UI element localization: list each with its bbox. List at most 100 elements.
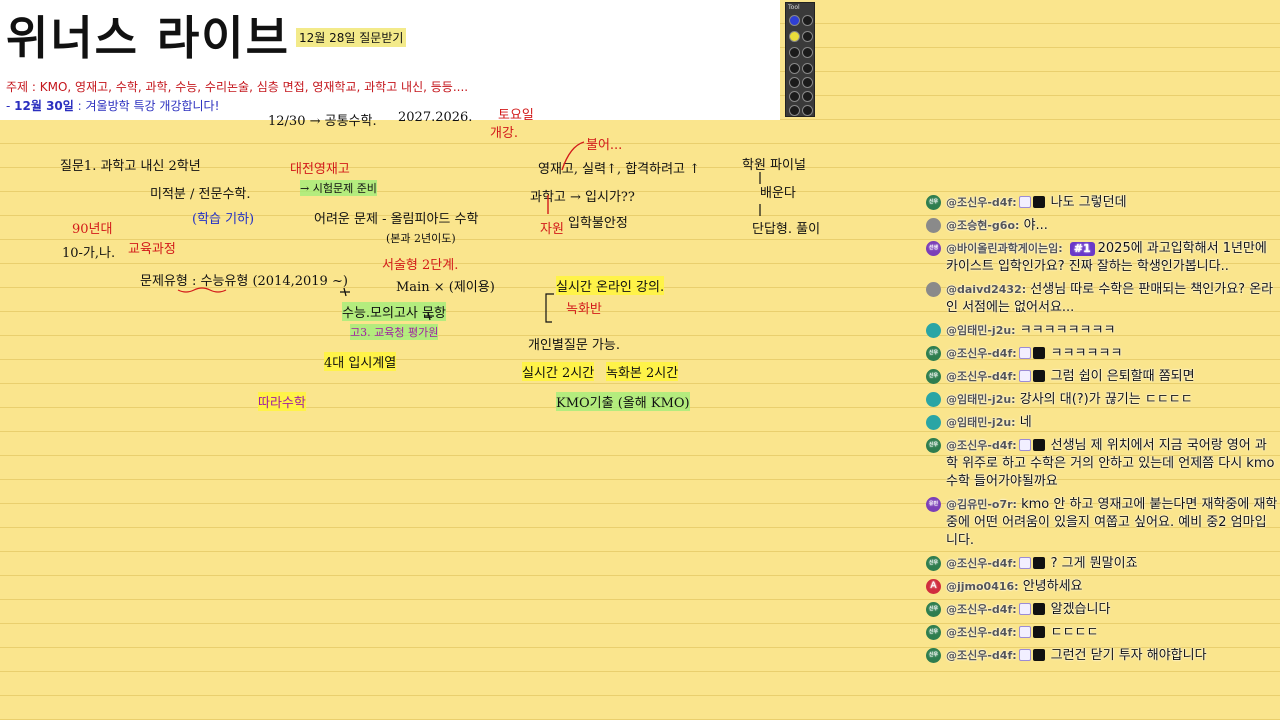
member-badges xyxy=(1018,196,1047,209)
chat-text: ㄷㄷㄷㄷ xyxy=(1050,625,1099,640)
toolbox-title: Tool xyxy=(788,4,800,11)
chat-username[interactable]: @조승현-g6o: xyxy=(946,219,1019,232)
clear-icon[interactable] xyxy=(789,105,800,116)
pen-blue-icon[interactable] xyxy=(789,15,800,26)
avatar[interactable]: A xyxy=(926,579,941,594)
chat-text: 네 xyxy=(1019,415,1032,430)
rank-badge: #1 xyxy=(1069,242,1095,256)
chat-username[interactable]: @daivd2432: xyxy=(946,283,1026,296)
note-follow-math: 따라수학 xyxy=(258,392,306,411)
chat-message: 선생 @바이올린과학게이는임: #1 2025에 과고입학해서 1년만에 카이스트 … xyxy=(926,240,1278,276)
avatar[interactable] xyxy=(926,415,941,430)
flag-icon xyxy=(1032,196,1045,208)
undo-icon[interactable] xyxy=(789,91,800,102)
settings-gear-icon[interactable] xyxy=(802,47,813,58)
chat-text: ㅋㅋㅋㅋㅋㅋㅋㅋ xyxy=(1019,323,1116,338)
note-schedule: 12/30 → 공통수학. xyxy=(268,114,377,129)
avatar[interactable]: 신우 xyxy=(926,195,941,210)
note-admission: 4대 입시계열 xyxy=(324,352,397,371)
note-science-hs: 과학고 → 입시가?? xyxy=(530,190,635,205)
select-tool-icon[interactable] xyxy=(802,77,813,88)
avatar[interactable] xyxy=(926,282,941,297)
member-badges xyxy=(1018,649,1047,662)
chat-message: 신우 @조신우-d4f: ㄷㄷㄷㄷ xyxy=(926,624,1278,642)
chat-username[interactable]: @조신우-d4f: xyxy=(946,603,1017,616)
note-open: 개강. xyxy=(490,126,519,141)
note-skill: 영재고, 실력↑, 합격하려고 ↑ xyxy=(538,162,701,177)
chat-username[interactable]: @김유민-o7r: xyxy=(946,498,1017,511)
stream-subtitle: 12월 28일 질문받기 xyxy=(296,28,407,47)
topic-line: 주제 : KMO, 영재고, 수학, 과학, 수능, 수리논술, 심층 면접, … xyxy=(6,80,469,94)
note-personal-qa: 개인별질문 가능. xyxy=(528,338,620,353)
chat-text: 그럼 쉽이 은퇴할때 쫌되면 xyxy=(1050,369,1195,384)
avatar[interactable]: 유민 xyxy=(926,497,941,512)
notice-text: 겨울방학 특강 개강합니다! xyxy=(85,99,220,113)
chat-username[interactable]: @임태민-j2u: xyxy=(946,416,1016,429)
avatar[interactable] xyxy=(926,323,941,338)
chat-text: 나도 그렇던데 xyxy=(1050,195,1127,210)
chat-text: ㅋㅋㅋㅋㅋㅋ xyxy=(1050,346,1123,361)
flag-icon xyxy=(1032,649,1045,661)
chat-username[interactable]: @조신우-d4f: xyxy=(946,347,1017,360)
chat-username[interactable]: @임태민-j2u: xyxy=(946,393,1016,406)
note-pass: 불어... xyxy=(586,138,623,153)
flag-icon xyxy=(1032,439,1045,451)
chat-username[interactable]: @임태민-j2u: xyxy=(946,324,1016,337)
notice-prefix: - xyxy=(6,99,15,113)
avatar[interactable]: 신우 xyxy=(926,648,941,663)
close-icon[interactable] xyxy=(802,105,813,116)
avatar[interactable] xyxy=(926,218,941,233)
chat-username[interactable]: @jjmo0416: xyxy=(946,580,1019,593)
note-olympiad: 어려운 문제 - 올림피아드 수학 xyxy=(314,212,479,227)
avatar[interactable]: 선생 xyxy=(926,241,941,256)
notice-date: 12월 30일 xyxy=(14,99,74,113)
note-question1: 질문1. 과학고 내신 2학년 xyxy=(60,159,201,174)
chat-text: 알겠습니다 xyxy=(1050,602,1111,617)
avatar[interactable]: 신우 xyxy=(926,556,941,571)
chat-username[interactable]: @조신우-d4f: xyxy=(946,626,1017,639)
crown-icon xyxy=(1018,370,1031,382)
chat-username[interactable]: @조신우-d4f: xyxy=(946,439,1017,452)
note-final: 학원 파이널 xyxy=(742,158,806,173)
crown-icon xyxy=(1018,603,1031,615)
redo-icon[interactable] xyxy=(802,91,813,102)
line-tool-icon[interactable] xyxy=(802,63,813,74)
pen-black-icon[interactable] xyxy=(789,47,800,58)
note-learn: 배운다 xyxy=(760,186,796,201)
member-badges xyxy=(1018,603,1047,616)
chat-username[interactable]: @조신우-d4f: xyxy=(946,557,1017,570)
note-online: 실시간 온라인 강의. xyxy=(556,276,665,295)
chat-message: 유민 @김유민-o7r: kmo 안 하고 영재고에 붙는다면 재학중에 재학중에… xyxy=(926,496,1278,550)
note-rec-2h: 녹화본 2시간 xyxy=(606,362,679,381)
avatar[interactable] xyxy=(926,392,941,407)
crown-icon xyxy=(1018,557,1031,569)
chat-username[interactable]: @바이올린과학게이는임: xyxy=(946,242,1063,255)
settings-gear-icon[interactable] xyxy=(802,15,813,26)
note-essay: 서술형 2단계. xyxy=(382,258,459,273)
avatar[interactable]: 신우 xyxy=(926,346,941,361)
highlighter-yellow-icon[interactable] xyxy=(789,31,800,42)
note-difficulty: (본과 2년이도) xyxy=(386,232,456,245)
note-calculus: 미적분 / 전문수학. xyxy=(150,187,251,202)
settings-gear-icon[interactable] xyxy=(802,31,813,42)
bracket-stroke xyxy=(545,293,554,323)
avatar[interactable]: 신우 xyxy=(926,438,941,453)
flag-icon xyxy=(1032,626,1045,638)
crown-icon xyxy=(1018,649,1031,661)
chat-username[interactable]: @조신우-d4f: xyxy=(946,649,1017,662)
note-live-2h: 실시간 2시간 xyxy=(522,362,595,381)
avatar[interactable]: 신우 xyxy=(926,602,941,617)
shape-tool-icon[interactable] xyxy=(789,77,800,88)
note-curriculum: 교육과정 xyxy=(128,242,176,257)
eraser-icon[interactable] xyxy=(789,63,800,74)
chat-username[interactable]: @조신우-d4f: xyxy=(946,370,1017,383)
chat-message: 신우 @조신우-d4f: 그럼 쉽이 은퇴할때 쫌되면 xyxy=(926,368,1278,386)
note-unstable: 입학불안정 xyxy=(568,216,628,231)
note-apply: 자원 xyxy=(540,222,564,237)
avatar[interactable]: 신우 xyxy=(926,369,941,384)
chat-message: @조승현-g6o: 야... xyxy=(926,217,1278,235)
chat-text: 안녕하세요 xyxy=(1022,579,1083,594)
note-90s: 90년대 xyxy=(72,222,113,237)
chat-username[interactable]: @조신우-d4f: xyxy=(946,196,1017,209)
avatar[interactable]: 신우 xyxy=(926,625,941,640)
